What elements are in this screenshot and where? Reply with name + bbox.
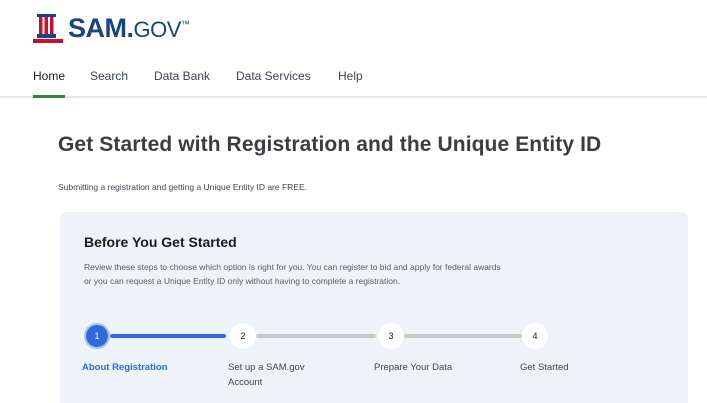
step-4-label[interactable]: Get Started [520,360,630,375]
uncle-sam-hat-icon [33,14,63,43]
nav-help[interactable]: Help [338,69,363,97]
main-nav: Home Search Data Bank Data Services Help [0,62,707,98]
step-2-label[interactable]: Set up a SAM.gov Account [228,360,324,390]
card-title: Before You Get Started [84,234,237,250]
page: SAM.GOV™ Home Search Data Bank Data Serv… [0,0,707,403]
nav-data-services[interactable]: Data Services [236,69,311,97]
step-3-indicator[interactable]: 3 [378,323,404,349]
page-subtitle: Submitting a registration and getting a … [58,182,307,192]
step-connector-2 [256,334,376,338]
page-title: Get Started with Registration and the Un… [58,133,602,156]
card-description: Review these steps to choose which optio… [84,262,501,286]
logo-wordmark: SAM.GOV™ [68,12,190,43]
step-connector-3 [404,334,522,338]
step-1-label[interactable]: About Registration [82,360,192,375]
step-4-indicator[interactable]: 4 [522,323,548,349]
step-3-label[interactable]: Prepare Your Data [374,360,484,375]
sam-gov-logo[interactable]: SAM.GOV™ [30,10,190,46]
before-you-get-started-card: Before You Get Started Review these step… [60,212,688,403]
nav-data-bank[interactable]: Data Bank [154,69,210,97]
nav-search[interactable]: Search [90,69,128,97]
step-connector-1 [110,334,226,338]
nav-home[interactable]: Home [33,69,66,98]
step-1-indicator[interactable]: 1 [84,323,110,349]
step-2-indicator[interactable]: 2 [230,323,256,349]
